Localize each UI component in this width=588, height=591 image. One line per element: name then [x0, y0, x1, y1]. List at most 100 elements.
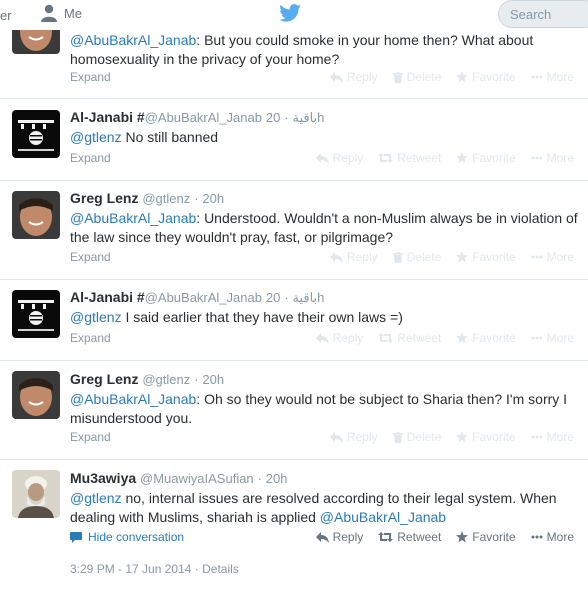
favorite-button[interactable]: Favorite [456, 430, 516, 444]
mention-link[interactable]: @gtlenz [70, 309, 122, 325]
favorite-button[interactable]: Favorite [456, 530, 516, 544]
star-icon [456, 152, 469, 164]
tweet-text: @AbuBakrAl_Janab: Understood. Wouldn't a… [70, 210, 578, 245]
mention-link[interactable]: @AbuBakrAl_Janab [70, 210, 196, 226]
tweet-item[interactable]: Greg Lenz @gtlenz · 20h @AbuBakrAl_Janab… [0, 181, 588, 280]
fullname-link[interactable]: Al-Janabi # [70, 109, 145, 125]
username-link[interactable]: @AbuBakrAl_Janab [145, 110, 262, 125]
reply-icon [315, 332, 329, 344]
tweet-item[interactable]: Greg Lenz @gtlenz · 20h @AbuBakrAl_Janab… [0, 361, 588, 460]
tweet-header: Greg Lenz @gtlenz · 20h [70, 190, 225, 206]
avatar-al-janabi[interactable] [12, 110, 60, 158]
favorite-button[interactable]: Favorite [456, 331, 516, 345]
more-button[interactable]: More [531, 151, 574, 165]
nav-me-link[interactable]: Me [40, 4, 82, 22]
nav-item-fragment[interactable]: er [0, 8, 12, 23]
timestamp-link[interactable]: 20h [202, 191, 224, 206]
username-link[interactable]: @gtlenz [142, 372, 190, 387]
avatar-greg-lenz[interactable] [12, 371, 60, 419]
trash-icon [392, 71, 403, 83]
trash-icon [392, 431, 403, 443]
timestamp-link[interactable]: 20h [202, 372, 224, 387]
reply-button[interactable]: Reply [315, 151, 363, 165]
delete-button[interactable]: Delete [392, 430, 441, 444]
expand-link[interactable]: Expand [70, 250, 111, 264]
reply-button[interactable]: Reply [329, 430, 378, 444]
mention-link[interactable]: @AbuBakrAl_Janab [70, 32, 196, 48]
star-icon [456, 251, 469, 263]
star-icon [456, 431, 469, 443]
more-button[interactable]: More [531, 430, 574, 444]
search-input[interactable] [510, 1, 588, 27]
expand-link[interactable]: Expand [70, 70, 111, 84]
username-link[interactable]: @gtlenz [142, 191, 190, 206]
tweet-item[interactable]: Al-Janabi #@AbuBakrAl_Janab باقية · 20h … [0, 99, 588, 181]
reply-button[interactable]: Reply [315, 530, 363, 544]
delete-button[interactable]: Delete [392, 70, 441, 84]
twitter-bird-icon[interactable] [279, 4, 301, 22]
tweet-metadata: 3:29 PM - 17 Jun 2014 · Details [70, 562, 239, 576]
star-icon [456, 332, 469, 344]
reply-button[interactable]: Reply [329, 250, 378, 264]
more-dots-icon [531, 336, 543, 340]
trash-icon [392, 251, 403, 263]
details-link[interactable]: Details [202, 562, 239, 576]
expand-link[interactable]: Expand [70, 331, 111, 345]
mention-link[interactable]: @gtlenz [70, 490, 122, 506]
avatar-photo [12, 191, 60, 239]
reply-icon [315, 531, 329, 543]
retweet-button[interactable]: Retweet [378, 530, 441, 544]
search-box[interactable] [498, 0, 588, 28]
more-dots-icon [531, 75, 543, 79]
tweet-item-expanded[interactable]: Mu3awiya @MuawiyaIASufian · 20h @gtlenz … [0, 460, 588, 591]
hide-conversation-link[interactable]: Hide conversation [70, 530, 184, 544]
more-button[interactable]: More [531, 250, 574, 264]
fullname-link[interactable]: Al-Janabi # [70, 289, 145, 305]
delete-button[interactable]: Delete [392, 250, 441, 264]
black-flag-avatar [12, 290, 60, 338]
mention-link[interactable]: @AbuBakrAl_Janab [320, 509, 446, 525]
expand-link[interactable]: Expand [70, 151, 111, 165]
avatar-photo [12, 371, 60, 419]
more-button[interactable]: More [531, 331, 574, 345]
favorite-button[interactable]: Favorite [456, 250, 516, 264]
tweet-actions: Reply Retweet Favorite More [301, 151, 574, 165]
favorite-button[interactable]: Favorite [456, 70, 516, 84]
favorite-button[interactable]: Favorite [456, 151, 516, 165]
fullname-link[interactable]: Mu3awiya [70, 470, 136, 486]
expand-link[interactable]: Expand [70, 430, 111, 444]
username-link[interactable]: @MuawiyaIASufian [140, 471, 254, 486]
fullname-link[interactable]: Greg Lenz [70, 371, 138, 387]
tweet-text: @AbuBakrAl_Janab: But you could smoke in… [70, 32, 534, 67]
more-button[interactable]: More [531, 530, 574, 544]
avatar-photo [12, 470, 60, 518]
tweet-actions: Reply Retweet Favorite More [301, 530, 574, 544]
avatar-al-janabi[interactable] [12, 290, 60, 338]
timestamp-link[interactable]: 20h [266, 471, 288, 486]
username-arabic: باقية [292, 110, 318, 125]
reply-icon [329, 71, 343, 83]
retweet-button[interactable]: Retweet [378, 331, 441, 345]
avatar-greg-lenz[interactable] [12, 191, 60, 239]
reply-button[interactable]: Reply [315, 331, 363, 345]
tweet-text: @gtlenz no, internal issues are resolved… [70, 490, 557, 525]
retweet-icon [378, 153, 394, 163]
mention-link[interactable]: @gtlenz [70, 129, 122, 145]
tweet-actions: Reply Delete Favorite More [315, 250, 574, 264]
tweet-actions: Reply Retweet Favorite More [301, 331, 574, 345]
more-dots-icon [531, 435, 543, 439]
tweet-header: Al-Janabi #@AbuBakrAl_Janab باقية · 20h [70, 109, 325, 125]
star-icon [456, 531, 469, 543]
more-button[interactable]: More [531, 70, 574, 84]
tweet-actions: Reply Delete Favorite More [315, 70, 574, 84]
fullname-link[interactable]: Greg Lenz [70, 190, 138, 206]
reply-button[interactable]: Reply [329, 70, 378, 84]
tweet-timestamp: 3:29 PM - 17 Jun 2014 [70, 562, 192, 576]
retweet-button[interactable]: Retweet [378, 151, 441, 165]
username-link[interactable]: @AbuBakrAl_Janab [145, 290, 262, 305]
mention-link[interactable]: @AbuBakrAl_Janab [70, 391, 196, 407]
reply-icon [329, 431, 343, 443]
avatar-mu3awiya[interactable] [12, 470, 60, 518]
tweet-item[interactable]: Al-Janabi #@AbuBakrAl_Janab باقية · 20h … [0, 280, 588, 361]
star-icon [456, 71, 469, 83]
